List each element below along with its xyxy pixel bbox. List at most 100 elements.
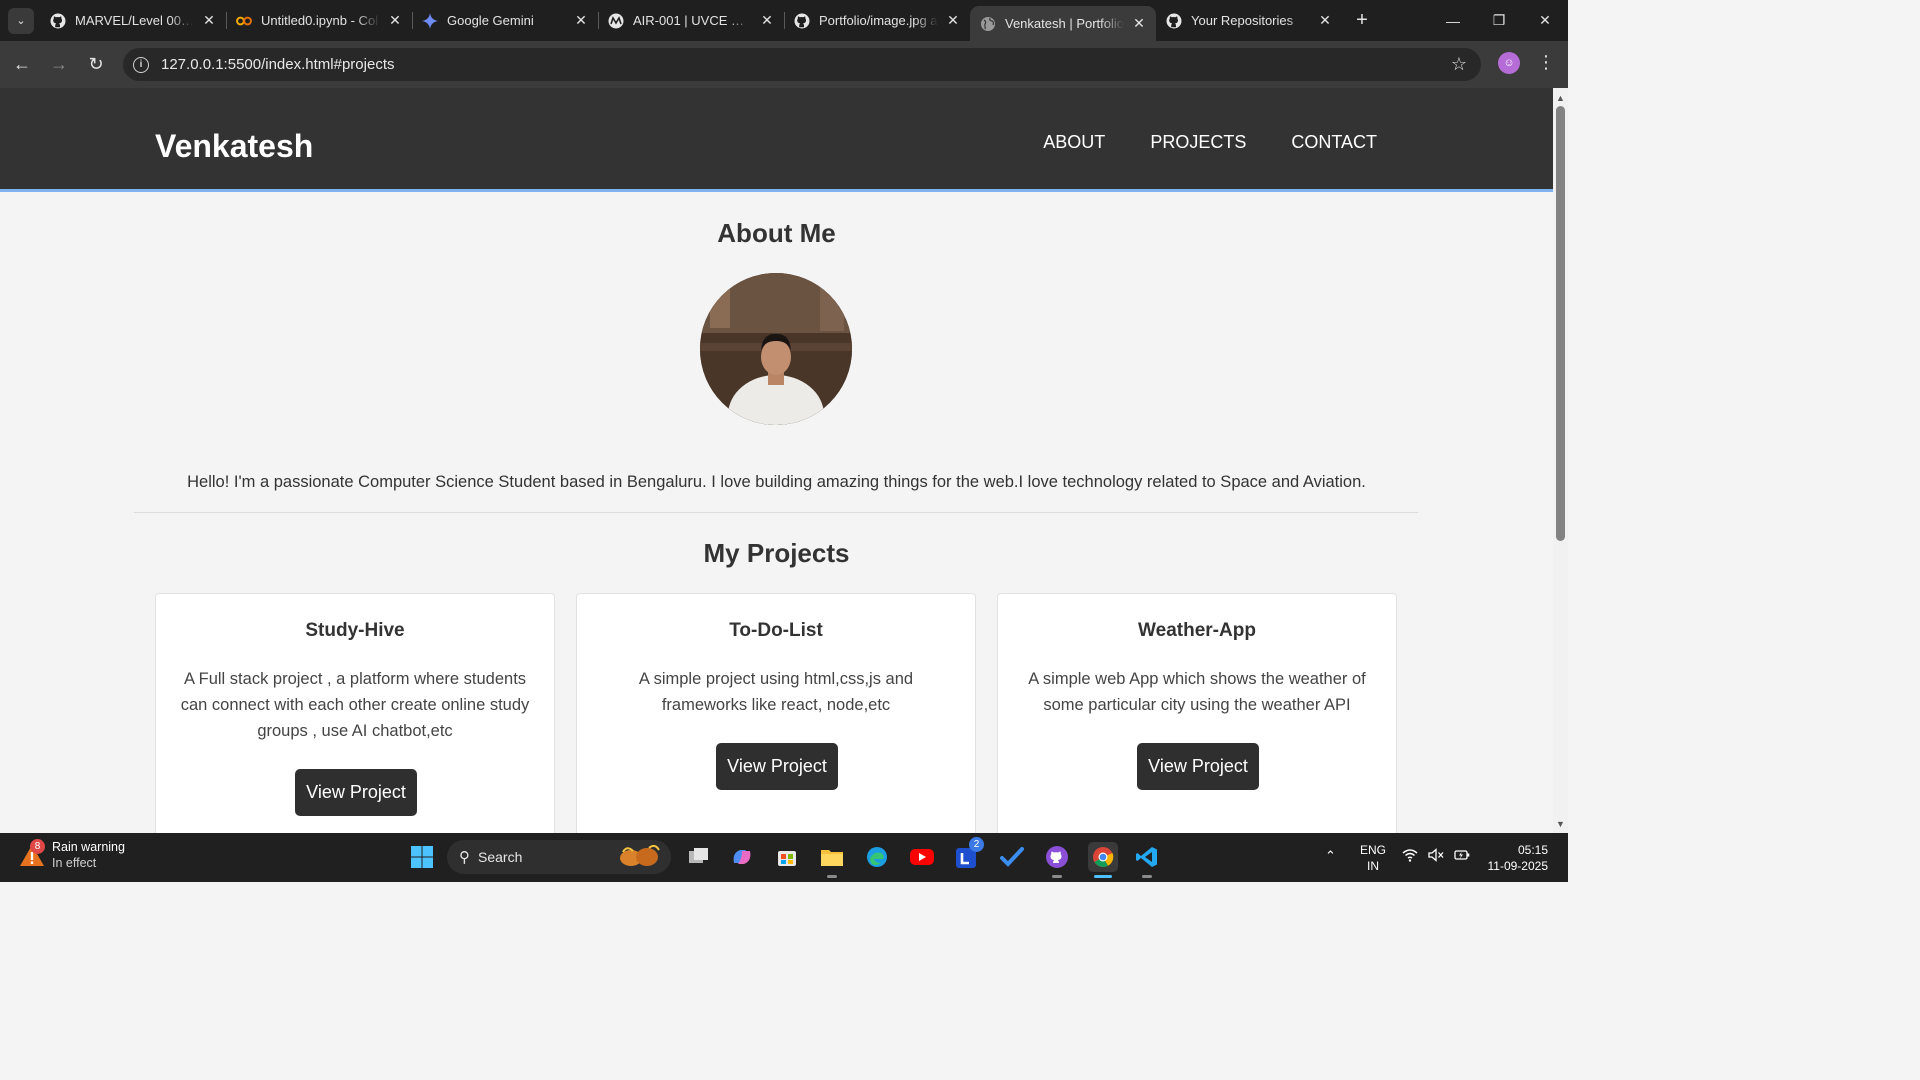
vscode-icon[interactable] — [1133, 843, 1161, 871]
nav-link-contact[interactable]: CONTACT — [1291, 132, 1377, 153]
close-window-button[interactable]: ✕ — [1522, 0, 1568, 41]
battery-charging-icon — [1454, 848, 1470, 865]
browser-menu-button[interactable]: ⋮ — [1536, 52, 1556, 73]
active-app-indicator — [1094, 875, 1112, 878]
browser-tab[interactable]: Untitled0.ipynb - Col ✕ — [226, 0, 412, 41]
projects-title: My Projects — [703, 538, 850, 568]
volume-muted-icon — [1428, 848, 1444, 865]
copilot-icon[interactable] — [728, 843, 756, 871]
notification-badge: 2 — [969, 837, 984, 852]
chevron-up-icon[interactable]: ⌃ — [1325, 848, 1336, 864]
tab-title: AIR-001 | UVCE MAR — [633, 13, 752, 28]
project-card: To-Do-List A simple project using html,c… — [576, 593, 976, 833]
scroll-down-icon[interactable]: ▼ — [1553, 816, 1568, 831]
arrow-right-icon: → — [50, 54, 68, 74]
profile-icon: ☺ — [1503, 57, 1515, 69]
minimize-button[interactable]: — — [1430, 0, 1476, 41]
chrome-icon[interactable] — [1088, 842, 1118, 872]
site-info-icon[interactable]: i — [133, 56, 149, 73]
section-divider — [134, 512, 1418, 513]
back-button[interactable]: ← — [7, 50, 37, 80]
browser-tab[interactable]: AIR-001 | UVCE MAR ✕ — [598, 0, 784, 41]
taskbar-search-box[interactable]: ⚲ Search — [447, 840, 671, 874]
todo-icon[interactable] — [998, 843, 1026, 871]
view-project-button[interactable]: View Project — [295, 769, 417, 816]
wifi-icon — [1402, 848, 1418, 865]
project-description: A simple project using html,css,js and f… — [638, 670, 914, 714]
restore-icon: ❐ — [1492, 12, 1506, 28]
colab-icon — [236, 13, 252, 29]
reload-button[interactable]: ↻ — [81, 50, 111, 80]
nav-link-about[interactable]: ABOUT — [1043, 132, 1105, 153]
youtube-icon[interactable] — [908, 843, 936, 871]
restore-button[interactable]: ❐ — [1476, 0, 1522, 41]
search-highlight-icon — [613, 843, 665, 872]
tab-search-button[interactable]: ⌄ — [8, 7, 34, 34]
l-app-icon[interactable]: 2 — [953, 837, 984, 871]
system-tray[interactable] — [1402, 848, 1470, 865]
weather-title: Rain warning — [52, 840, 125, 854]
project-description: A Full stack project , a platform where … — [180, 670, 530, 740]
about-text: Hello! I'm a passionate Computer Science… — [187, 473, 1366, 491]
site-logo[interactable]: Venkatesh — [155, 128, 313, 165]
browser-tab[interactable]: Portfolio/image.jpg a ✕ — [784, 0, 970, 41]
browser-tab[interactable]: Your Repositories ✕ — [1156, 0, 1342, 41]
close-icon[interactable]: ✕ — [944, 12, 962, 30]
browser-tab-active[interactable]: Venkatesh | Portfolio ✕ — [970, 6, 1156, 41]
weather-badge: 8 — [30, 839, 45, 854]
browser-tab[interactable]: MARVEL/Level 00/Ma ✕ — [40, 0, 226, 41]
weather-subtitle: In effect — [52, 856, 97, 870]
close-icon[interactable]: ✕ — [386, 12, 404, 30]
url-text: 127.0.0.1:5500/index.html#projects — [161, 56, 395, 73]
close-icon[interactable]: ✕ — [758, 12, 776, 30]
system-clock[interactable]: 05:15 11-09-2025 — [1478, 842, 1549, 874]
forward-button[interactable]: → — [44, 50, 74, 80]
nav-link-projects[interactable]: PROJECTS — [1150, 132, 1246, 153]
github-desktop-icon[interactable] — [1043, 843, 1071, 871]
tab-title: Portfolio/image.jpg a — [819, 13, 938, 28]
plus-icon: + — [1356, 9, 1368, 31]
view-project-button[interactable]: View Project — [716, 743, 838, 790]
close-icon: ✕ — [1539, 12, 1551, 28]
running-indicator — [1142, 875, 1152, 878]
close-icon[interactable]: ✕ — [1130, 15, 1148, 33]
marvel-icon — [608, 13, 624, 29]
window-controls: — ❐ ✕ — [1430, 0, 1568, 41]
new-tab-button[interactable]: + — [1348, 7, 1376, 35]
region-code: IN — [1367, 859, 1379, 873]
windows-taskbar: 8 Rain warning In effect ⚲ Search 2 ⌃ EN… — [0, 833, 1568, 882]
running-indicator — [827, 875, 837, 878]
page-scrollbar[interactable]: ▲ ▼ — [1553, 88, 1568, 833]
windows-start-icon[interactable] — [408, 843, 436, 871]
scrollbar-thumb[interactable] — [1556, 106, 1565, 541]
clock-time: 05:15 — [1517, 843, 1548, 857]
browser-tab[interactable]: Google Gemini ✕ — [412, 0, 598, 41]
url-field[interactable]: i 127.0.0.1:5500/index.html#projects ☆ — [123, 48, 1481, 81]
language-indicator[interactable]: ENG IN — [1360, 842, 1386, 874]
browser-tab-bar: ⌄ MARVEL/Level 00/Ma ✕ Untitled0.ipynb -… — [0, 0, 1568, 41]
microsoft-store-icon[interactable] — [773, 843, 801, 871]
taskbar-search-label: Search — [478, 849, 523, 865]
tab-title: MARVEL/Level 00/Ma — [75, 13, 194, 28]
bookmark-star-icon[interactable]: ☆ — [1451, 54, 1467, 75]
project-card: Weather-App A simple web App which shows… — [997, 593, 1397, 833]
arrow-left-icon: ← — [13, 54, 31, 74]
edge-icon[interactable] — [863, 843, 891, 871]
tab-title: Google Gemini — [447, 13, 534, 28]
file-explorer-icon[interactable] — [818, 843, 846, 871]
profile-photo — [700, 273, 852, 425]
weather-widget[interactable]: 8 Rain warning In effect — [18, 839, 125, 871]
close-icon[interactable]: ✕ — [200, 12, 218, 30]
view-project-button[interactable]: View Project — [1137, 743, 1259, 790]
minimize-icon: — — [1446, 12, 1460, 29]
scroll-up-icon[interactable]: ▲ — [1553, 90, 1568, 105]
task-view-icon[interactable] — [684, 843, 712, 871]
profile-avatar[interactable]: ☺ — [1498, 52, 1520, 74]
tab-title: Venkatesh | Portfolio — [1005, 16, 1124, 31]
project-title: To-Do-List — [729, 620, 823, 641]
more-vertical-icon: ⋮ — [1537, 52, 1555, 72]
close-icon[interactable]: ✕ — [1316, 12, 1334, 30]
site-nav: ABOUT PROJECTS CONTACT — [1043, 132, 1377, 153]
close-icon[interactable]: ✕ — [572, 12, 590, 30]
tab-title: Untitled0.ipynb - Col — [261, 13, 379, 28]
